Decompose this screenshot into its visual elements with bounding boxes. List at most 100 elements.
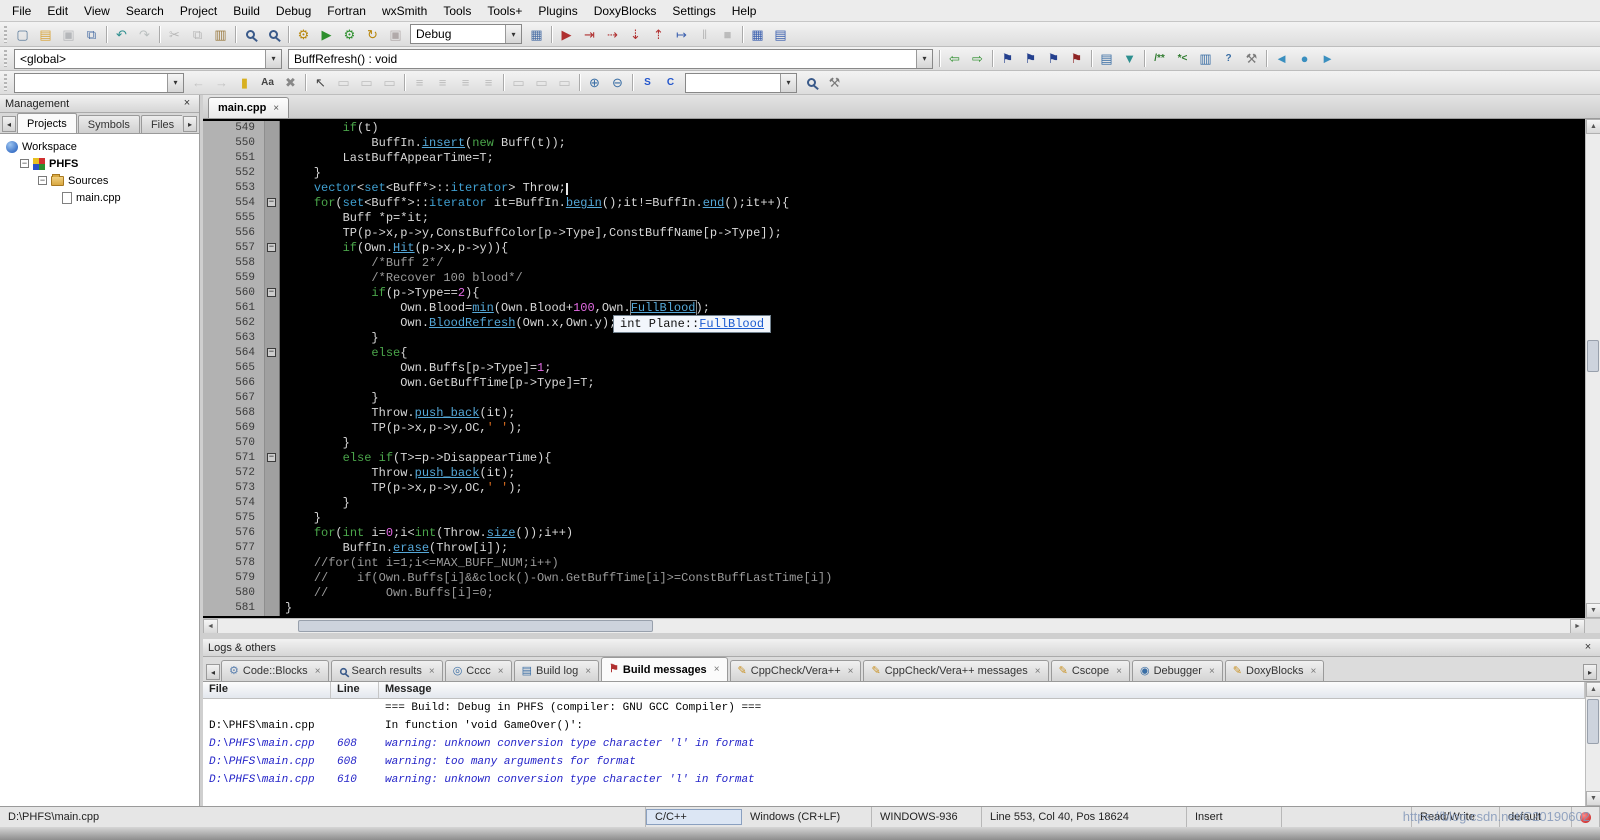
new-file-icon[interactable]: ▢: [11, 24, 34, 45]
management-close-icon[interactable]: ×: [180, 97, 194, 110]
open-file-icon[interactable]: ▤: [34, 24, 57, 45]
menu-search[interactable]: Search: [118, 1, 172, 21]
log-tab-build-log[interactable]: ▤Build log×: [514, 660, 599, 681]
scroll-down-icon[interactable]: ▼: [1586, 791, 1600, 806]
scroll-left-icon[interactable]: ◄: [203, 619, 218, 634]
incsearch-combo[interactable]: ▾: [14, 73, 184, 93]
column-header-message[interactable]: Message: [379, 682, 1585, 698]
threadsearch-combo[interactable]: ▾: [685, 73, 797, 93]
menu-tools[interactable]: Tools+: [479, 1, 530, 21]
menu-doxyblocks[interactable]: DoxyBlocks: [586, 1, 665, 21]
chevron-down-icon[interactable]: ▾: [780, 74, 796, 92]
incsearch-clear-icon[interactable]: ✖: [279, 72, 302, 93]
menu-tools[interactable]: Tools: [435, 1, 479, 21]
spell-check-icon[interactable]: S: [636, 72, 659, 93]
menu-edit[interactable]: Edit: [39, 1, 76, 21]
log-row[interactable]: D:\PHFS\main.cpp608warning: unknown conv…: [203, 735, 1600, 753]
close-icon[interactable]: ×: [585, 666, 591, 677]
tab-close-icon[interactable]: ×: [273, 103, 279, 114]
wxsmith-pointer-icon[interactable]: ↖: [309, 72, 332, 93]
log-row[interactable]: D:\PHFS\main.cpp608warning: too many arg…: [203, 753, 1600, 771]
next-instruction-icon[interactable]: ↦: [670, 24, 693, 45]
close-icon[interactable]: ×: [1035, 666, 1041, 677]
scroll-up-icon[interactable]: ▲: [1586, 119, 1600, 134]
logs-vertical-scrollbar[interactable]: ▲ ▼: [1585, 682, 1600, 806]
column-header-file[interactable]: File: [203, 682, 331, 698]
jump-forward-icon[interactable]: ►: [1316, 48, 1339, 69]
log-tabs-scroll-right-icon[interactable]: ▸: [1583, 664, 1597, 680]
chevron-down-icon[interactable]: ▾: [265, 50, 281, 68]
chevron-down-icon[interactable]: ▾: [505, 25, 521, 43]
step-into-icon[interactable]: ⇣: [624, 24, 647, 45]
fold-toggle-icon[interactable]: −: [267, 348, 276, 357]
log-row[interactable]: D:\PHFS\main.cppIn function 'void GameOv…: [203, 717, 1600, 735]
tree-item-sources[interactable]: − Sources: [0, 172, 199, 189]
jump-current-icon[interactable]: ●: [1293, 48, 1316, 69]
scroll-down-icon[interactable]: ▼: [1586, 603, 1600, 618]
paste-icon[interactable]: ▥: [209, 24, 232, 45]
chevron-down-icon[interactable]: ▾: [916, 50, 932, 68]
log-tab-doxyblocks[interactable]: ✎DoxyBlocks×: [1225, 660, 1325, 681]
doxy-wizard-icon[interactable]: ▤: [1095, 48, 1118, 69]
menu-file[interactable]: File: [4, 1, 39, 21]
menu-wxsmith[interactable]: wxSmith: [374, 1, 435, 21]
management-tabs-scroll-left-icon[interactable]: ◂: [2, 116, 16, 132]
build-and-run-icon[interactable]: ⚙: [338, 24, 361, 45]
menu-view[interactable]: View: [76, 1, 118, 21]
close-icon[interactable]: ×: [1116, 666, 1122, 677]
collapse-icon[interactable]: −: [20, 159, 29, 168]
class-browser-icon[interactable]: C: [659, 72, 682, 93]
menu-debug[interactable]: Debug: [268, 1, 319, 21]
doxy-settings-icon[interactable]: ⚒: [1240, 48, 1263, 69]
debug-continue-icon[interactable]: ▶: [555, 24, 578, 45]
threadsearch-icon[interactable]: [800, 72, 823, 93]
tab-projects[interactable]: Projects: [17, 113, 77, 133]
clear-bookmarks-icon[interactable]: ⚑: [1065, 48, 1088, 69]
build-target-combo[interactable]: Debug▾: [410, 24, 522, 44]
menu-settings[interactable]: Settings: [664, 1, 723, 21]
incsearch-highlight-icon[interactable]: ▮: [233, 72, 256, 93]
fold-toggle-icon[interactable]: −: [267, 288, 276, 297]
prev-bookmark-icon[interactable]: ⚑: [1019, 48, 1042, 69]
doxy-block-comment-icon[interactable]: /**: [1148, 48, 1171, 69]
log-tab-cppcheck-vera-messages[interactable]: ✎CppCheck/Vera++ messages×: [863, 660, 1048, 681]
next-bookmark-icon[interactable]: ⚑: [1042, 48, 1065, 69]
next-line-icon[interactable]: ⇢: [601, 24, 624, 45]
code-area[interactable]: 549 if(t)550 BuffIn.insert(new Buff(t));…: [203, 119, 1585, 618]
zoom-out-icon[interactable]: ⊖: [606, 72, 629, 93]
debugging-windows-icon[interactable]: ▦: [746, 24, 769, 45]
tree-item-main-cpp[interactable]: main.cpp: [0, 189, 199, 206]
menu-project[interactable]: Project: [172, 1, 225, 21]
menu-help[interactable]: Help: [724, 1, 765, 21]
various-info-icon[interactable]: ▤: [769, 24, 792, 45]
logs-scroll-thumb[interactable]: [1587, 699, 1599, 744]
scope-combo[interactable]: <global>▾: [14, 49, 282, 69]
step-out-icon[interactable]: ⇡: [647, 24, 670, 45]
tree-item-project[interactable]: − PHFS: [0, 155, 199, 172]
close-icon[interactable]: ×: [429, 666, 435, 677]
menu-fortran[interactable]: Fortran: [319, 1, 374, 21]
log-tab-cppcheck-vera[interactable]: ✎CppCheck/Vera++×: [730, 660, 862, 681]
doxy-extract-icon[interactable]: ▼: [1118, 48, 1141, 69]
management-tabs-scroll-right-icon[interactable]: ▸: [183, 116, 197, 132]
column-header-line[interactable]: Line: [331, 682, 379, 698]
run-to-cursor-icon[interactable]: ⇥: [578, 24, 601, 45]
match-case-icon[interactable]: Aa: [256, 72, 279, 93]
save-all-icon[interactable]: ⧉: [80, 24, 103, 45]
log-row[interactable]: D:\PHFS\main.cpp610warning: unknown conv…: [203, 771, 1600, 789]
tab-symbols[interactable]: Symbols: [78, 115, 140, 133]
properties-icon[interactable]: ▦: [525, 24, 548, 45]
editor-horizontal-scrollbar[interactable]: ◄ ►: [203, 618, 1600, 633]
close-icon[interactable]: ×: [714, 664, 720, 675]
log-tab-code-blocks[interactable]: ⚙Code::Blocks×: [221, 660, 329, 681]
close-icon[interactable]: ×: [848, 666, 854, 677]
close-icon[interactable]: ×: [1310, 666, 1316, 677]
log-tab-cccc[interactable]: ◎Cccc×: [445, 660, 512, 681]
goto-next-function-icon[interactable]: ⇨: [966, 48, 989, 69]
fold-toggle-icon[interactable]: −: [267, 453, 276, 462]
horizontal-scroll-track[interactable]: [218, 619, 1570, 633]
fold-toggle-icon[interactable]: −: [267, 243, 276, 252]
doxy-help-icon[interactable]: ?: [1217, 48, 1240, 69]
horizontal-scroll-thumb[interactable]: [298, 620, 653, 632]
scroll-up-icon[interactable]: ▲: [1586, 682, 1600, 697]
